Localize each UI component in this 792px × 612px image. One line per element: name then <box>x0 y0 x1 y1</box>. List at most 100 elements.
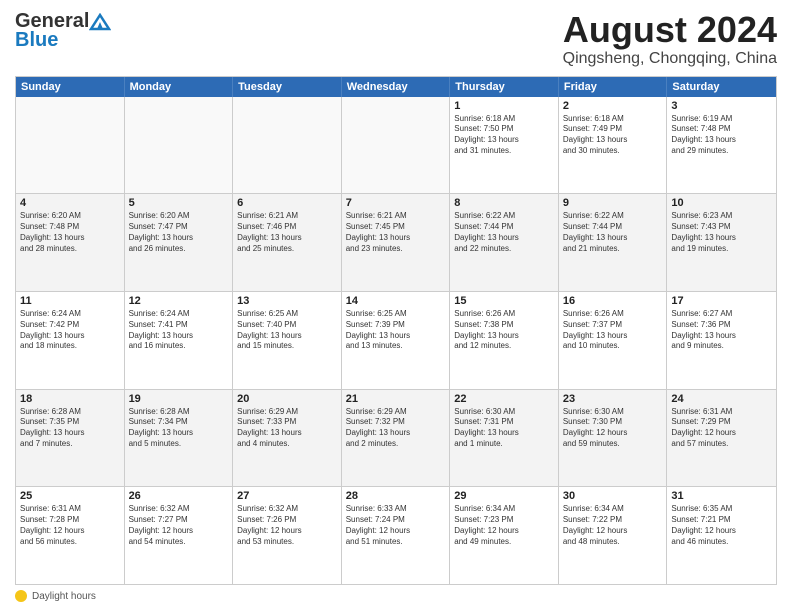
calendar-cell: 1Sunrise: 6:18 AM Sunset: 7:50 PM Daylig… <box>450 97 559 194</box>
calendar-cell: 24 Sunrise: 6:31 AM Sunset: 7:29 PM Dayli… <box>667 390 776 487</box>
cell-info: Sunrise: 6:34 AM Sunset: 7:22 PM Dayligh… <box>563 504 663 547</box>
day-number: 6 <box>237 197 337 209</box>
cell-info: Sunrise: 6:28 AM Sunset: 7:35 PM Dayligh… <box>20 407 120 450</box>
calendar-cell: 13Sunrise: 6:25 AM Sunset: 7:40 PM Dayli… <box>233 292 342 389</box>
cell-info: Sunrise: 6:27 AM Sunset: 7:36 PM Dayligh… <box>671 309 772 352</box>
cell-info: Sunrise: 6:31 AM Sunset: 7:28 PM Dayligh… <box>20 504 120 547</box>
calendar-cell: 2Sunrise: 6:18 AM Sunset: 7:49 PM Daylig… <box>559 97 668 194</box>
day-number: 3 <box>671 100 772 112</box>
cal-header-cell: Thursday <box>450 77 559 97</box>
day-number: 19 <box>129 393 229 405</box>
cell-info: Sunrise: 6:32 AM Sunset: 7:26 PM Dayligh… <box>237 504 337 547</box>
cell-info: Sunrise: 6:34 AM Sunset: 7:23 PM Dayligh… <box>454 504 554 547</box>
header: General Blue August 2024 Qingsheng, Chon… <box>15 10 777 68</box>
calendar-cell: 30 Sunrise: 6:34 AM Sunset: 7:22 PM Dayli… <box>559 487 668 584</box>
day-number: 26 <box>129 490 229 502</box>
cell-info: Sunrise: 6:26 AM Sunset: 7:37 PM Dayligh… <box>563 309 663 352</box>
cell-info: Sunrise: 6:29 AM Sunset: 7:33 PM Dayligh… <box>237 407 337 450</box>
day-number: 27 <box>237 490 337 502</box>
calendar-cell <box>16 97 125 194</box>
day-number: 7 <box>346 197 446 209</box>
logo-blue: Blue <box>15 29 58 52</box>
cal-header-cell: Wednesday <box>342 77 451 97</box>
day-number: 5 <box>129 197 229 209</box>
cell-info: Sunrise: 6:31 AM Sunset: 7:29 PM Dayligh… <box>671 407 772 450</box>
calendar-body: 1Sunrise: 6:18 AM Sunset: 7:50 PM Daylig… <box>16 97 776 584</box>
day-number: 20 <box>237 393 337 405</box>
calendar-cell: 25 Sunrise: 6:31 AM Sunset: 7:28 PM Dayli… <box>16 487 125 584</box>
day-number: 10 <box>671 197 772 209</box>
calendar-cell: 22 Sunrise: 6:30 AM Sunset: 7:31 PM Dayli… <box>450 390 559 487</box>
day-number: 11 <box>20 295 120 307</box>
day-number: 22 <box>454 393 554 405</box>
title-block: August 2024 Qingsheng, Chongqing, China <box>563 10 777 68</box>
calendar-cell: 14 Sunrise: 6:25 AM Sunset: 7:39 PM Dayli… <box>342 292 451 389</box>
footer-legend: Daylight hours <box>15 590 777 602</box>
calendar-row: 4Sunrise: 6:20 AM Sunset: 7:48 PM Daylig… <box>16 194 776 292</box>
cell-info: Sunrise: 6:30 AM Sunset: 7:31 PM Dayligh… <box>454 407 554 450</box>
day-number: 1 <box>454 100 554 112</box>
calendar-cell: 4Sunrise: 6:20 AM Sunset: 7:48 PM Daylig… <box>16 194 125 291</box>
cell-info: Sunrise: 6:24 AM Sunset: 7:41 PM Dayligh… <box>129 309 229 352</box>
cell-info: Sunrise: 6:33 AM Sunset: 7:24 PM Dayligh… <box>346 504 446 547</box>
cell-info: Sunrise: 6:29 AM Sunset: 7:32 PM Dayligh… <box>346 407 446 450</box>
day-number: 13 <box>237 295 337 307</box>
page: General Blue August 2024 Qingsheng, Chon… <box>0 0 792 612</box>
cal-header-cell: Saturday <box>667 77 776 97</box>
calendar-cell: 5 Sunrise: 6:20 AM Sunset: 7:47 PM Daylig… <box>125 194 234 291</box>
calendar-cell: 15 Sunrise: 6:26 AM Sunset: 7:38 PM Dayli… <box>450 292 559 389</box>
cell-info: Sunrise: 6:21 AM Sunset: 7:45 PM Dayligh… <box>346 211 446 254</box>
cell-info: Sunrise: 6:26 AM Sunset: 7:38 PM Dayligh… <box>454 309 554 352</box>
calendar-cell: 16 Sunrise: 6:26 AM Sunset: 7:37 PM Dayli… <box>559 292 668 389</box>
footer-label: Daylight hours <box>32 591 96 602</box>
calendar-cell: 27 Sunrise: 6:32 AM Sunset: 7:26 PM Dayli… <box>233 487 342 584</box>
cell-info: Sunrise: 6:25 AM Sunset: 7:39 PM Dayligh… <box>346 309 446 352</box>
calendar-row: 25 Sunrise: 6:31 AM Sunset: 7:28 PM Dayli… <box>16 487 776 584</box>
day-number: 16 <box>563 295 663 307</box>
calendar-cell: 12Sunrise: 6:24 AM Sunset: 7:41 PM Dayli… <box>125 292 234 389</box>
page-title: August 2024 <box>563 10 777 50</box>
cell-info: Sunrise: 6:19 AM Sunset: 7:48 PM Dayligh… <box>671 114 772 157</box>
calendar-cell: 31 Sunrise: 6:35 AM Sunset: 7:21 PM Dayli… <box>667 487 776 584</box>
cell-info: Sunrise: 6:22 AM Sunset: 7:44 PM Dayligh… <box>563 211 663 254</box>
calendar-row: 18Sunrise: 6:28 AM Sunset: 7:35 PM Dayli… <box>16 390 776 488</box>
day-number: 8 <box>454 197 554 209</box>
day-number: 28 <box>346 490 446 502</box>
calendar-cell: 3 Sunrise: 6:19 AM Sunset: 7:48 PM Daylig… <box>667 97 776 194</box>
day-number: 15 <box>454 295 554 307</box>
logo-icon <box>89 13 111 31</box>
calendar-cell: 20 Sunrise: 6:29 AM Sunset: 7:33 PM Dayli… <box>233 390 342 487</box>
cell-info: Sunrise: 6:30 AM Sunset: 7:30 PM Dayligh… <box>563 407 663 450</box>
day-number: 14 <box>346 295 446 307</box>
day-number: 31 <box>671 490 772 502</box>
calendar-cell: 6Sunrise: 6:21 AM Sunset: 7:46 PM Daylig… <box>233 194 342 291</box>
calendar: SundayMondayTuesdayWednesdayThursdayFrid… <box>15 76 777 585</box>
day-number: 9 <box>563 197 663 209</box>
calendar-header: SundayMondayTuesdayWednesdayThursdayFrid… <box>16 77 776 97</box>
day-number: 21 <box>346 393 446 405</box>
calendar-cell: 21 Sunrise: 6:29 AM Sunset: 7:32 PM Dayli… <box>342 390 451 487</box>
cal-header-cell: Monday <box>125 77 234 97</box>
cell-info: Sunrise: 6:35 AM Sunset: 7:21 PM Dayligh… <box>671 504 772 547</box>
calendar-cell: 19 Sunrise: 6:28 AM Sunset: 7:34 PM Dayli… <box>125 390 234 487</box>
cell-info: Sunrise: 6:18 AM Sunset: 7:49 PM Dayligh… <box>563 114 663 157</box>
calendar-row: 1Sunrise: 6:18 AM Sunset: 7:50 PM Daylig… <box>16 97 776 195</box>
cell-info: Sunrise: 6:20 AM Sunset: 7:48 PM Dayligh… <box>20 211 120 254</box>
calendar-cell: 23Sunrise: 6:30 AM Sunset: 7:30 PM Dayli… <box>559 390 668 487</box>
page-subtitle: Qingsheng, Chongqing, China <box>563 50 777 68</box>
cal-header-cell: Tuesday <box>233 77 342 97</box>
calendar-cell: 17Sunrise: 6:27 AM Sunset: 7:36 PM Dayli… <box>667 292 776 389</box>
calendar-cell: 18Sunrise: 6:28 AM Sunset: 7:35 PM Dayli… <box>16 390 125 487</box>
calendar-cell <box>233 97 342 194</box>
cell-info: Sunrise: 6:28 AM Sunset: 7:34 PM Dayligh… <box>129 407 229 450</box>
day-number: 24 <box>671 393 772 405</box>
calendar-row: 11Sunrise: 6:24 AM Sunset: 7:42 PM Dayli… <box>16 292 776 390</box>
footer: Daylight hours <box>15 590 777 602</box>
calendar-cell: 29Sunrise: 6:34 AM Sunset: 7:23 PM Dayli… <box>450 487 559 584</box>
day-number: 30 <box>563 490 663 502</box>
day-number: 25 <box>20 490 120 502</box>
cell-info: Sunrise: 6:32 AM Sunset: 7:27 PM Dayligh… <box>129 504 229 547</box>
cell-info: Sunrise: 6:20 AM Sunset: 7:47 PM Dayligh… <box>129 211 229 254</box>
calendar-cell: 8Sunrise: 6:22 AM Sunset: 7:44 PM Daylig… <box>450 194 559 291</box>
calendar-cell: 26 Sunrise: 6:32 AM Sunset: 7:27 PM Dayli… <box>125 487 234 584</box>
